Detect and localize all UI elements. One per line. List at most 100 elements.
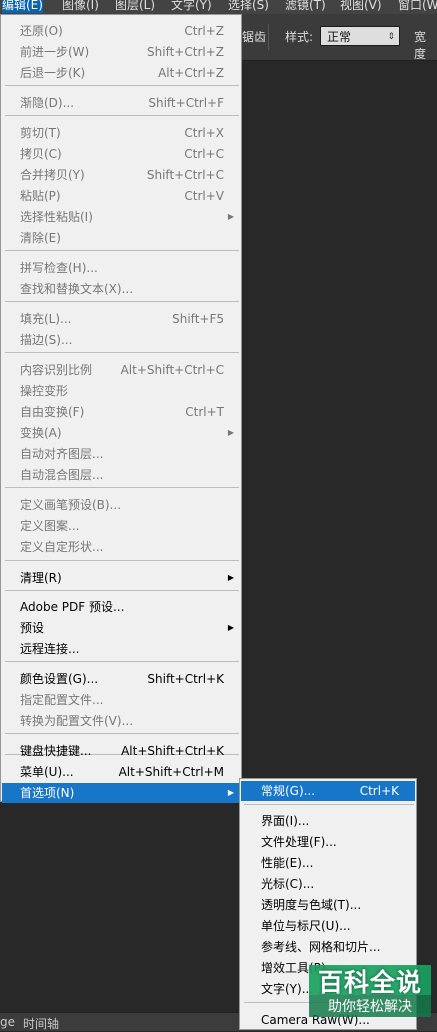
menu-separator [5, 352, 239, 353]
menu-item[interactable]: 转换为配置文件(V)... [2, 711, 240, 731]
menu-separator [5, 487, 239, 488]
menu-select[interactable]: 选择(S) [228, 0, 269, 13]
menu-item-label: 定义图案... [20, 519, 80, 533]
menu-item[interactable]: 首选项(N) ▶ [2, 783, 240, 803]
menu-item[interactable]: 指定配置文件... [2, 690, 240, 710]
submenu-item-label: 光标(C)... [261, 877, 315, 891]
menu-item-label: 拼写检查(H)... [20, 261, 98, 275]
menu-item-label: Adobe PDF 预设... [20, 600, 125, 614]
menu-item-label: 转换为配置文件(V)... [20, 714, 134, 728]
menu-item-label: 自动对齐图层... [20, 447, 104, 461]
submenu-item[interactable]: 性能(E)... [241, 853, 415, 873]
tab-timeline[interactable]: 时间轴 [23, 1015, 59, 1032]
menu-item[interactable]: 定义自定形状... [2, 537, 240, 557]
style-select[interactable]: 正常 ⇕ [320, 26, 400, 46]
submenu-item[interactable]: 参考线、网格和切片... [241, 937, 415, 957]
menu-item-label: 自动混合图层... [20, 468, 104, 482]
submenu-arrow-icon: ▶ [227, 623, 234, 632]
width-label: 宽度 [414, 30, 427, 61]
menu-item[interactable]: 拷贝(C) Ctrl+C [2, 144, 240, 164]
menu-item[interactable]: 自动对齐图层... [2, 444, 240, 464]
menu-item[interactable]: 清除(E) [2, 228, 240, 248]
menu-item-label: 渐隐(D)... [20, 96, 75, 110]
menu-item-label: 远程连接... [20, 642, 80, 656]
menu-item-label: 后退一步(K) [20, 66, 86, 80]
submenu-item[interactable]: 透明度与色域(T)... [241, 895, 415, 915]
watermark-subtitle: 助你轻松解决 [328, 999, 412, 1015]
menu-item[interactable]: 定义画笔预设(B)... [2, 495, 240, 515]
submenu-item[interactable]: 界面(I)... [241, 811, 415, 831]
menu-item[interactable]: 渐隐(D)... Shift+Ctrl+F [2, 93, 240, 113]
submenu-arrow-icon: ▶ [227, 788, 234, 797]
menu-item[interactable]: 操控变形 [2, 381, 240, 401]
menu-item[interactable]: 选择性粘贴(I) ▶ [2, 207, 240, 227]
menu-item[interactable]: 粘贴(P) Ctrl+V [2, 186, 240, 206]
submenu-item[interactable]: 常规(G)... Ctrl+K [241, 781, 415, 801]
menu-separator [5, 661, 239, 662]
menu-filter[interactable]: 滤镜(T) [285, 0, 326, 13]
submenu-item-label: 界面(I)... [261, 814, 310, 828]
menu-item[interactable]: 远程连接... [2, 639, 240, 659]
menu-item[interactable]: 菜单(U)... Alt+Shift+Ctrl+M [2, 762, 240, 782]
anti-alias-label[interactable]: 锯齿 [242, 28, 266, 45]
style-select-value: 正常 [327, 30, 352, 44]
menu-separator [5, 115, 239, 116]
menu-item[interactable]: 键盘快捷键... Alt+Shift+Ctrl+K [2, 741, 240, 761]
submenu-item-label: 性能(E)... [261, 856, 314, 870]
menu-item-label: 选择性粘贴(I) [20, 210, 93, 224]
menu-item[interactable]: 预设 ▶ [2, 618, 240, 638]
watermark-logo: 百科全说 助你轻松解决 [309, 963, 431, 1023]
options-separator [268, 24, 269, 50]
menu-item-shortcut: Shift+F5 [172, 312, 224, 326]
submenu-item-label: 文字(Y)... [261, 982, 314, 996]
menu-window[interactable]: 窗口(W [398, 0, 437, 13]
menu-separator [5, 85, 239, 86]
menu-item[interactable]: 还原(O) Ctrl+Z [2, 21, 240, 41]
menu-separator [5, 301, 239, 302]
menu-item[interactable]: 自动混合图层... [2, 465, 240, 485]
menu-item[interactable]: 变换(A) ▶ [2, 423, 240, 443]
menubar: 编辑(E) 图像(I) 图层(L) 文字(Y) 选择(S) 滤镜(T) 视图(V… [0, 0, 437, 14]
menu-item-shortcut: Ctrl+X [184, 126, 224, 140]
menu-type[interactable]: 文字(Y) [171, 0, 212, 13]
menu-item-label: 预设 [20, 621, 45, 635]
menu-item-label: 查找和替换文本(X)... [20, 282, 134, 296]
menu-item[interactable]: 描边(S)... [2, 330, 240, 350]
menu-item[interactable]: 自由变换(F) Ctrl+T [2, 402, 240, 422]
submenu-item[interactable]: 单位与标尺(U)... [241, 916, 415, 936]
menu-item[interactable]: 查找和替换文本(X)... [2, 279, 240, 299]
menu-separator [244, 804, 414, 805]
menu-item[interactable]: 填充(L)... Shift+F5 [2, 309, 240, 329]
menu-item-label: 清除(E) [20, 231, 61, 245]
menu-item-label: 指定配置文件... [20, 693, 104, 707]
menu-item[interactable]: Adobe PDF 预设... [2, 597, 240, 617]
menu-item-label: 自由变换(F) [20, 405, 85, 419]
menu-item-label: 描边(S)... [20, 333, 73, 347]
menu-item[interactable]: 剪切(T) Ctrl+X [2, 123, 240, 143]
menu-item[interactable]: 定义图案... [2, 516, 240, 536]
menu-layer[interactable]: 图层(L) [115, 0, 155, 13]
menu-item[interactable]: 合并拷贝(Y) Shift+Ctrl+C [2, 165, 240, 185]
menu-view[interactable]: 视图(V) [340, 0, 382, 13]
submenu-item[interactable]: 文件处理(F)... [241, 832, 415, 852]
submenu-item-shortcut: Ctrl+K [359, 784, 399, 798]
tab-partial[interactable]: ge [0, 1015, 15, 1029]
menu-item-shortcut: Shift+Ctrl+K [147, 672, 224, 686]
menu-image[interactable]: 图像(I) [62, 0, 99, 13]
menu-edit[interactable]: 编辑(E) [2, 0, 43, 13]
submenu-arrow-icon: ▶ [227, 573, 234, 582]
menu-item[interactable]: 拼写检查(H)... [2, 258, 240, 278]
submenu-item-label: 文件处理(F)... [261, 835, 337, 849]
menu-item[interactable]: 清理(R) ▶ [2, 568, 240, 588]
menu-item[interactable]: 后退一步(K) Alt+Ctrl+Z [2, 63, 240, 83]
menu-item[interactable]: 内容识别比例 Alt+Shift+Ctrl+C [2, 360, 240, 380]
menu-item-label: 操控变形 [20, 384, 69, 398]
menu-item-label: 合并拷贝(Y) [20, 168, 85, 182]
menu-item-shortcut: Alt+Shift+Ctrl+K [121, 744, 224, 758]
submenu-item[interactable]: 光标(C)... [241, 874, 415, 894]
menu-item[interactable]: 前进一步(W) Shift+Ctrl+Z [2, 42, 240, 62]
menu-item-label: 填充(L)... [20, 312, 72, 326]
menu-item-shortcut: Ctrl+Z [184, 24, 224, 38]
menu-item-shortcut: Alt+Shift+Ctrl+C [120, 363, 224, 377]
menu-item[interactable]: 颜色设置(G)... Shift+Ctrl+K [2, 669, 240, 689]
